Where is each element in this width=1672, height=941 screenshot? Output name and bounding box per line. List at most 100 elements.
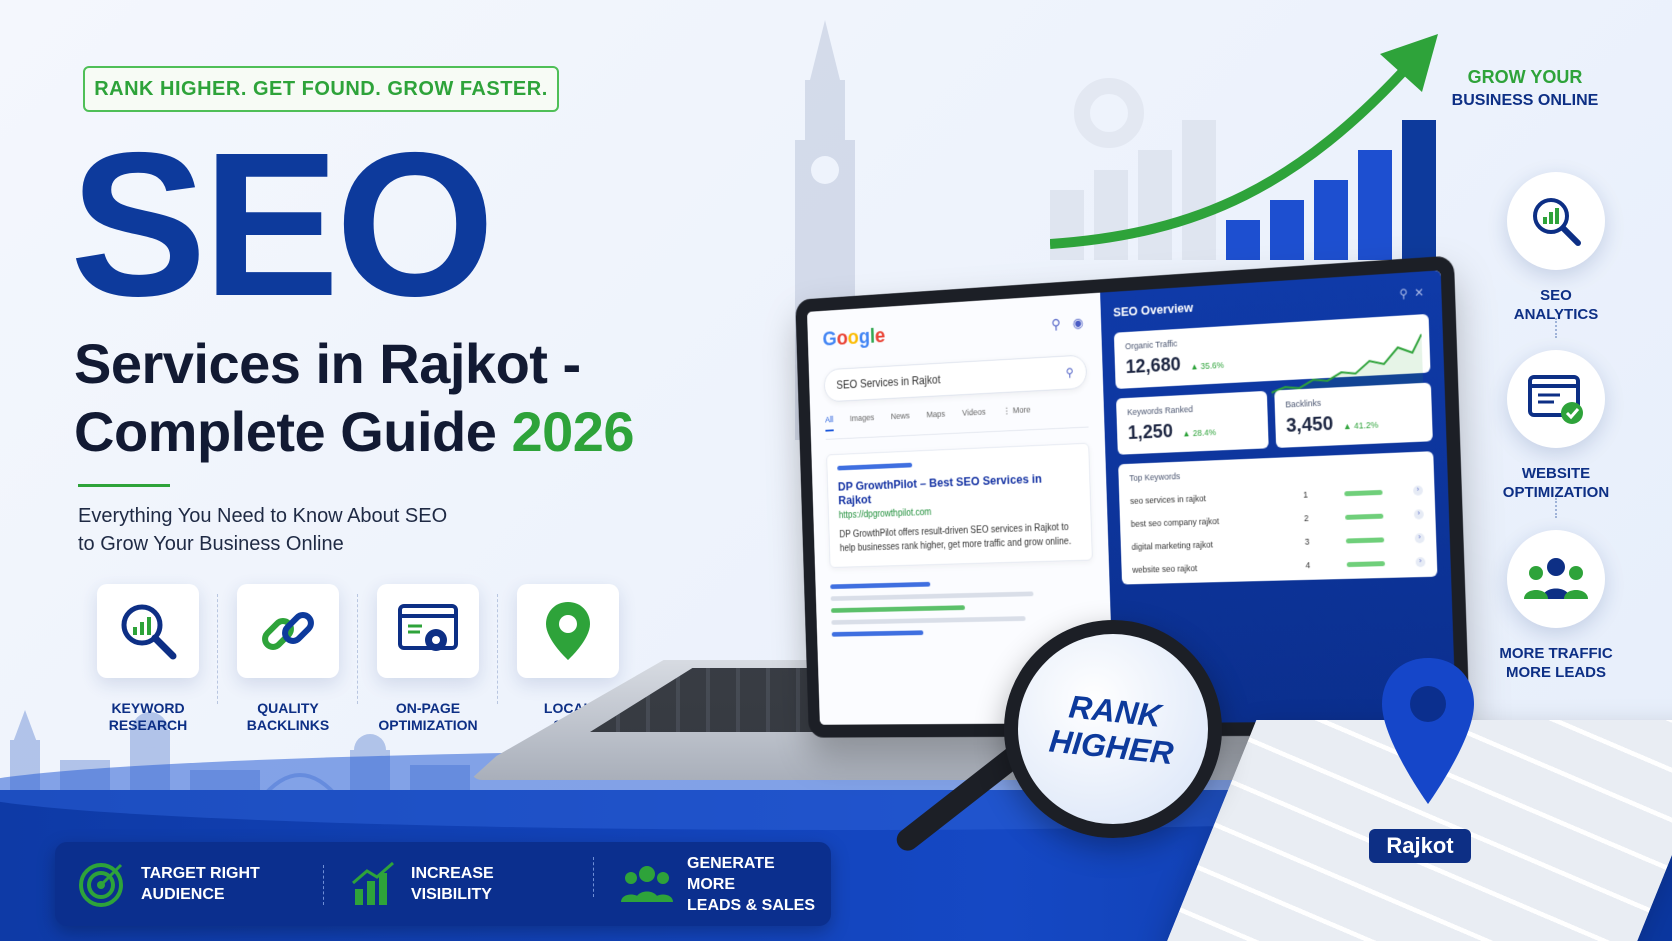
side-icon-circle <box>1507 530 1605 628</box>
google-logo-letter: o <box>847 325 859 349</box>
benefit-label: TARGET RIGHT AUDIENCE <box>141 863 281 905</box>
keyword-rank: 1 <box>1296 489 1315 499</box>
search-icon[interactable]: ⚲ <box>1066 366 1074 380</box>
organic-pct: ▲ 35.6% <box>1190 360 1224 371</box>
keyword-rank: 2 <box>1297 513 1316 523</box>
benefits-banner: TARGET RIGHT AUDIENCE INCREASE VISIBILIT… <box>55 842 831 926</box>
search-icon[interactable]: ⚲ <box>1399 286 1408 300</box>
backlinks-pct: ▲ 41.2% <box>1343 420 1378 431</box>
backlinks-card: Backlinks 3,450 ▲ 41.2% <box>1274 383 1433 448</box>
benefit-increase-visibility: INCREASE VISIBILITY <box>323 861 579 907</box>
keywords-label: Keywords Ranked <box>1127 401 1256 417</box>
organic-traffic-card: Organic Traffic 12,680 ▲ 35.6% <box>1114 314 1431 389</box>
location-tag: Rajkot <box>1369 829 1471 863</box>
google-logo-letter: o <box>836 326 848 350</box>
result-snippet: DP GrowthPilot offers result-driven SEO … <box>839 520 1081 556</box>
feature-quality-backlinks: QUALITY BACKLINKS <box>218 584 358 734</box>
hero-subtitle-line2: Complete Guide 2026 <box>74 398 634 466</box>
tab-more[interactable]: ⋮ More <box>1003 405 1031 423</box>
growth-arrow-icon <box>1050 34 1450 264</box>
placeholder-line <box>830 582 930 589</box>
google-search-input[interactable]: SEO Services in Rajkot ⚲ <box>824 354 1088 402</box>
search-icon[interactable]: ⚲ <box>1051 316 1061 333</box>
side-icon-circle <box>1507 172 1605 270</box>
people-icon <box>1524 555 1588 603</box>
placeholder-line <box>832 630 924 636</box>
magnifier-text: RANK HIGHER <box>1047 687 1178 772</box>
keywords-pct: ▲ 28.4% <box>1182 427 1216 438</box>
feature-icon-box <box>517 584 619 678</box>
side-item-seo-analytics: SEO ANALYTICS <box>1500 172 1612 324</box>
keyword-bar <box>1346 537 1384 543</box>
chain-link-icon <box>257 600 319 662</box>
side-item-website-optimization: WEBSITE OPTIMIZATION <box>1500 350 1612 502</box>
placeholder-line <box>831 616 1025 625</box>
organic-value: 12,680 <box>1125 354 1181 379</box>
keyword-text: website seo rajkot <box>1132 561 1269 574</box>
chevron-right-icon[interactable]: › <box>1415 557 1425 567</box>
tab-videos[interactable]: Videos <box>962 407 986 425</box>
browser-gear-icon <box>396 600 460 662</box>
keyword-text: seo services in rajkot <box>1130 491 1267 506</box>
magnifier-glass: RANK HIGHER <box>1004 620 1222 838</box>
title-divider <box>78 484 170 487</box>
close-icon[interactable]: ✕ <box>1414 285 1424 300</box>
chevron-right-icon[interactable]: › <box>1415 533 1425 543</box>
grow-line1: GROW YOUR <box>1440 66 1610 89</box>
seo-overview-title: SEO Overview <box>1113 285 1428 319</box>
hero-description: Everything You Need to Know About SEO to… <box>78 502 498 558</box>
side-icon-circle <box>1507 350 1605 448</box>
account-icon[interactable]: ◉ <box>1072 315 1083 332</box>
placeholder-line <box>831 591 1034 600</box>
keyword-row: seo services in rajkot 1 › <box>1130 485 1423 505</box>
chevron-right-icon[interactable]: › <box>1413 485 1423 495</box>
google-top-icons: ⚲ ◉ <box>1051 315 1084 333</box>
dotted-connector <box>1555 318 1557 338</box>
team-icon <box>621 864 673 904</box>
side-label: WEBSITE OPTIMIZATION <box>1481 464 1631 502</box>
keywords-value: 1,250 <box>1128 421 1174 445</box>
search-result[interactable]: DP GrowthPilot – Best SEO Services in Ra… <box>826 443 1093 568</box>
hero-subtitle: Services in Rajkot - Complete Guide 2026 <box>74 330 634 466</box>
tab-all[interactable]: All <box>825 415 834 432</box>
keyword-bar <box>1347 561 1385 567</box>
hero-title: SEO <box>70 122 491 327</box>
dotted-connector <box>1555 498 1557 518</box>
keyword-rank: 3 <box>1297 537 1316 547</box>
benefit-label: INCREASE VISIBILITY <box>411 863 551 905</box>
magnifier-chart-icon <box>117 600 179 662</box>
backlinks-value: 3,450 <box>1286 413 1334 438</box>
map-pin-icon <box>1378 656 1478 806</box>
chevron-right-icon[interactable]: › <box>1414 509 1424 519</box>
grow-business-callout: GROW YOUR BUSINESS ONLINE <box>1440 66 1610 112</box>
growth-bars-icon <box>351 861 397 907</box>
tab-maps[interactable]: Maps <box>926 409 945 427</box>
tab-news[interactable]: News <box>891 411 910 429</box>
banner-canvas: RANK HIGHER. GET FOUND. GROW FASTER. SEO… <box>0 0 1672 941</box>
top-keywords-label: Top Keywords <box>1129 462 1422 483</box>
feature-on-page-optimization: ON-PAGE OPTIMIZATION <box>358 584 498 734</box>
feature-label: KEYWORD RESEARCH <box>83 700 213 734</box>
stats-row: Keywords Ranked 1,250 ▲ 28.4% Backlinks … <box>1116 383 1433 455</box>
analytics-icon <box>1528 193 1584 249</box>
placeholder-results <box>830 578 1095 637</box>
keywords-card: Keywords Ranked 1,250 ▲ 28.4% <box>1116 391 1268 455</box>
result-title[interactable]: DP GrowthPilot – Best SEO Services in Ra… <box>838 470 1080 507</box>
website-check-icon <box>1526 371 1586 427</box>
feature-icon-box <box>97 584 199 678</box>
top-keywords-card: Top Keywords seo services in rajkot 1 › … <box>1118 451 1437 584</box>
keyword-text: digital marketing rajkot <box>1131 538 1268 552</box>
google-logo: Google <box>822 311 1085 351</box>
side-label: MORE TRAFFIC MORE LEADS <box>1481 644 1631 682</box>
tab-images[interactable]: Images <box>850 413 875 431</box>
feature-label: QUALITY BACKLINKS <box>223 700 353 734</box>
panel-window-icons: ⚲ ✕ <box>1399 285 1424 300</box>
search-query: SEO Services in Rajkot <box>836 373 940 392</box>
hero-subtitle-line2-text: Complete Guide <box>74 400 511 463</box>
grow-line2: BUSINESS ONLINE <box>1440 89 1610 112</box>
tagline-badge: RANK HIGHER. GET FOUND. GROW FASTER. <box>83 66 559 112</box>
google-tabs: All Images News Maps Videos ⋮ More <box>825 402 1089 440</box>
feature-icon-box <box>377 584 479 678</box>
keyword-row: website seo rajkot 4 › <box>1132 557 1425 575</box>
keyword-text: best seo company rajkot <box>1131 515 1268 529</box>
